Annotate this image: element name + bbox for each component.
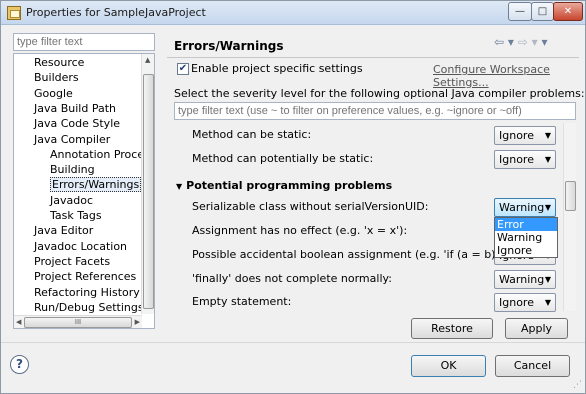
severity-combo[interactable]: Ignore ▼ — [494, 126, 556, 145]
dropdown-option[interactable]: Error — [495, 218, 557, 231]
dropdown-arrow-icon[interactable]: ▼ — [545, 127, 551, 144]
properties-tree: Resource Builders Google Java Build Path Jav… — [13, 53, 155, 329]
severity-instructions: Select the severity level for the follow… — [174, 87, 585, 100]
options-vertical-scrollbar[interactable] — [563, 123, 576, 311]
dropdown-arrow-icon[interactable]: ▼ — [545, 294, 551, 311]
tree-item-label: Java Editor — [34, 224, 94, 238]
tree-item[interactable]: Resource — [34, 55, 84, 70]
severity-combo[interactable]: Ignore ▼ — [494, 150, 556, 169]
scroll-left-icon[interactable]: ◀ — [16, 318, 21, 326]
tree-item-label: Refactoring History — [34, 285, 140, 299]
tree-item[interactable]: Annotation Processi — [50, 147, 155, 162]
navigation-arrows: ⇦ ▾ ⇨ ▾ ▾ — [494, 35, 548, 49]
option-label: Possible accidental boolean assignment (… — [192, 248, 507, 261]
tree-vertical-scroll-thumb[interactable] — [143, 74, 154, 309]
tree-item-label: Java Build Path — [34, 101, 117, 115]
tree-item[interactable]: Java Compiler — [34, 132, 110, 147]
dropdown-option[interactable]: Warning — [495, 231, 557, 244]
back-arrow-icon[interactable]: ⇦ ▾ — [494, 35, 514, 49]
enable-project-settings-checkbox[interactable]: ✔ — [177, 63, 189, 75]
option-label: Serializable class without serialVersion… — [192, 200, 429, 213]
forward-arrow-icon[interactable]: ⇨ ▾ — [518, 35, 538, 49]
sidebar-filter-input[interactable] — [13, 33, 155, 51]
section-header-label: Potential programming problems — [186, 179, 393, 192]
tree-item-label: Javadoc — [50, 193, 93, 207]
tree-item-label: Building — [50, 163, 95, 177]
option-label: Assignment has no effect (e.g. 'x = x'): — [192, 224, 408, 237]
tree-item[interactable]: Project Facets — [34, 254, 110, 269]
view-menu-icon[interactable]: ▾ — [541, 35, 547, 49]
tree-item[interactable]: Javadoc — [50, 193, 93, 208]
tree-item-label: Builders — [34, 71, 79, 85]
tree-item[interactable]: Java Code Style — [34, 116, 120, 131]
severity-combo-value: Ignore — [499, 129, 534, 142]
option-label: Method can be static: — [192, 128, 312, 141]
severity-combo[interactable]: Warning ▼ — [494, 198, 556, 217]
tree-item-label: Java Compiler — [34, 132, 111, 146]
dropdown-option[interactable]: Ignore — [495, 244, 557, 257]
tree-item[interactable]: Java Editor — [34, 223, 93, 238]
tree-item[interactable]: Run/Debug Settings — [34, 300, 144, 315]
severity-combo[interactable]: Ignore ▼ — [494, 293, 556, 312]
tree-item-label: Resource — [34, 56, 85, 69]
properties-window-icon — [7, 6, 21, 20]
tree-item[interactable]: Google — [34, 86, 73, 101]
option-label: Empty statement: — [192, 295, 292, 308]
tree-item-label: Run/Debug Settings — [34, 300, 144, 314]
close-button[interactable]: ✕ — [553, 2, 583, 21]
dropdown-arrow-icon[interactable]: ▼ — [545, 151, 551, 168]
tree-item[interactable]: Java Build Path — [34, 101, 116, 116]
tree-item[interactable]: Javadoc Location — [34, 239, 127, 254]
option-label: 'finally' does not complete normally: — [192, 272, 392, 285]
dropdown-arrow-icon[interactable]: ▼ — [545, 271, 551, 288]
page-title: Errors/Warnings — [174, 39, 284, 53]
tree-item[interactable]: Errors/Warnings — [50, 177, 142, 193]
tree-item-label: Project References — [34, 270, 137, 284]
properties-dialog: Properties for SampleJavaProject — □ ✕ R… — [0, 0, 586, 394]
scroll-up-icon[interactable]: ▲ — [145, 56, 150, 64]
severity-combo-value: Warning — [499, 201, 545, 214]
dropdown-arrow-icon[interactable]: ▼ — [545, 199, 551, 216]
tree-vertical-scrollbar[interactable]: ▲ — [141, 54, 154, 314]
section-header-potential-problems[interactable]: ▼ Potential programming problems — [176, 179, 392, 192]
help-icon[interactable]: ? — [10, 355, 29, 374]
resize-grip-icon[interactable]: ⋰ — [573, 380, 582, 390]
restore-defaults-button[interactable]: Restore Defaults — [411, 318, 493, 354]
window-title: Properties for SampleJavaProject — [26, 6, 206, 19]
severity-combo[interactable]: Warning ▼ — [494, 270, 556, 289]
tree-item-label: Errors/Warnings — [50, 177, 142, 193]
options-filter-input[interactable] — [174, 102, 576, 120]
configure-workspace-link[interactable]: Configure Workspace Settings... — [433, 63, 585, 89]
tree-item-label: Annotation Processi — [50, 147, 155, 161]
tree-item[interactable]: Project References — [34, 269, 136, 284]
maximize-button[interactable]: □ — [531, 2, 554, 21]
ok-button[interactable]: OK — [411, 355, 486, 377]
tree-item[interactable]: Refactoring History — [34, 285, 140, 300]
tree-horizontal-scroll-thumb[interactable]: III — [24, 317, 132, 328]
severity-dropdown-list[interactable]: Error Warning Ignore — [494, 217, 558, 258]
option-label: Method can potentially be static: — [192, 152, 374, 165]
cancel-button[interactable]: Cancel — [495, 355, 570, 377]
options-scroll-thumb[interactable] — [565, 181, 576, 211]
minimize-button[interactable]: — — [508, 2, 532, 21]
scroll-right-icon[interactable]: ▶ — [135, 318, 140, 326]
severity-combo-value: Warning — [499, 273, 545, 286]
collapse-triangle-icon[interactable]: ▼ — [176, 182, 182, 191]
enable-project-settings-label: Enable project specific settings — [191, 62, 363, 75]
apply-button[interactable]: Apply — [505, 318, 568, 339]
title-bar: Properties for SampleJavaProject — □ ✕ — [1, 1, 585, 25]
tree-horizontal-scrollbar[interactable]: ◀ III ▶ — [14, 315, 142, 328]
tree-item-label: Project Facets — [34, 254, 111, 268]
tree-item-label: Task Tags — [50, 209, 102, 222]
severity-combo-value: Ignore — [499, 296, 534, 309]
tree-item-label: Google — [34, 86, 73, 100]
tree-item-label: Java Code Style — [34, 117, 121, 131]
severity-combo-value: Ignore — [499, 153, 534, 166]
tree-item-label: Javadoc Location — [34, 239, 128, 253]
header-divider — [167, 57, 579, 58]
tree-item[interactable]: Building — [50, 162, 95, 177]
dropdown-items: Error Warning Ignore — [495, 218, 557, 257]
tree-item[interactable]: Task Tags — [50, 208, 102, 223]
tree-item[interactable]: Builders — [34, 70, 79, 85]
